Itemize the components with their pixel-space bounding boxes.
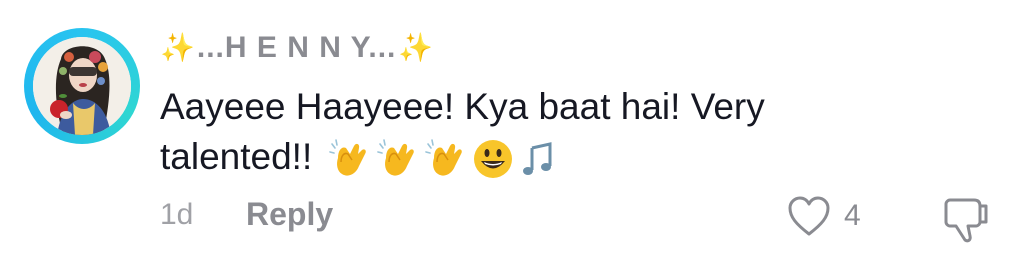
sparkles-icon: ✨ bbox=[160, 31, 195, 64]
reply-button[interactable]: Reply bbox=[246, 196, 333, 233]
username-row[interactable]: ✨ ...H E N N Y... ✨ bbox=[160, 28, 433, 68]
clapping-hands-icon bbox=[326, 136, 372, 182]
clapping-hands-icon bbox=[374, 136, 420, 182]
avatar-image bbox=[33, 37, 131, 135]
clapping-hands-icon bbox=[422, 136, 468, 182]
avatar[interactable] bbox=[24, 28, 140, 144]
comment-item: ✨ ...H E N N Y... ✨ Aayeee Haayeee! Kya … bbox=[0, 0, 1024, 263]
comment-body: Aayeee Haayeee! Kya baat hai! Very talen… bbox=[160, 82, 860, 182]
dislike-button[interactable] bbox=[942, 194, 990, 244]
emoji-row bbox=[326, 136, 560, 182]
musical-notes-icon bbox=[518, 136, 560, 182]
heart-icon[interactable] bbox=[786, 194, 832, 238]
comment-timestamp: 1d bbox=[160, 198, 194, 231]
thumbs-down-icon[interactable] bbox=[942, 194, 990, 244]
username[interactable]: ...H E N N Y... bbox=[197, 31, 397, 65]
grinning-face-icon bbox=[470, 136, 516, 182]
avatar-illustration bbox=[33, 37, 131, 135]
like-count: 4 bbox=[844, 199, 861, 232]
sparkles-icon: ✨ bbox=[398, 31, 434, 64]
like-button[interactable]: 4 bbox=[786, 194, 861, 238]
